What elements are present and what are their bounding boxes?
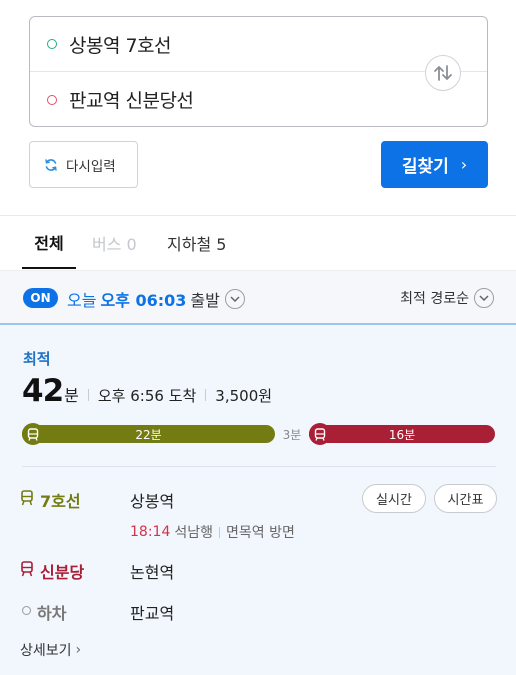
chevron-right-icon: › bbox=[75, 642, 82, 658]
segment-walk: 3분 bbox=[282, 428, 302, 442]
train-icon bbox=[21, 490, 33, 506]
swap-arrows-icon bbox=[434, 65, 452, 81]
separator bbox=[87, 389, 89, 401]
timetable-button[interactable]: 시간표 bbox=[434, 484, 497, 513]
station-name: 판교역 bbox=[130, 604, 175, 623]
next-train-destination: 석남행 bbox=[174, 525, 213, 541]
route-search-box: 상봉역 7호선 판교역 신분당선 bbox=[29, 16, 488, 127]
tab-all[interactable]: 전체 bbox=[22, 216, 76, 269]
arrival-time: 오후 6:56 도착 bbox=[97, 387, 197, 405]
departure-suffix: 출발 bbox=[190, 291, 220, 310]
separator bbox=[219, 526, 220, 538]
departure-filter-bar: ON 오늘 오후 06:03 출발 최적 경로순 bbox=[0, 270, 516, 325]
line-name: 신분당 bbox=[40, 563, 85, 582]
end-field[interactable]: 판교역 신분당선 bbox=[30, 72, 487, 127]
departure-time: 오후 06:03 bbox=[100, 291, 187, 310]
next-train-info: 18:14 석남행 면목역 방면 bbox=[130, 522, 295, 542]
sort-label: 최적 경로순 bbox=[400, 291, 469, 307]
separator bbox=[205, 389, 207, 401]
detail-label: 상세보기 bbox=[20, 643, 72, 659]
chevron-right-icon: › bbox=[460, 155, 468, 174]
start-field[interactable]: 상봉역 7호선 bbox=[30, 17, 487, 72]
tab-subway[interactable]: 지하철 5 bbox=[167, 216, 226, 269]
line-name: 7호선 bbox=[40, 492, 81, 511]
end-value: 판교역 신분당선 bbox=[69, 90, 194, 112]
find-route-button[interactable]: 길찾기 › bbox=[381, 141, 488, 188]
reset-button[interactable]: 다시입력 bbox=[29, 141, 138, 188]
chevron-down-icon bbox=[474, 288, 494, 308]
chevron-down-icon bbox=[224, 289, 245, 309]
segment-shinbundang: 16분 bbox=[309, 425, 495, 443]
detail-link[interactable]: 상세보기 › bbox=[20, 640, 81, 660]
transport-tabs: 전체 버스 0 지하철 5 bbox=[0, 216, 516, 269]
train-icon bbox=[309, 423, 331, 445]
start-dot-icon bbox=[47, 39, 57, 49]
realtime-button[interactable]: 실시간 bbox=[362, 484, 426, 513]
start-value: 상봉역 7호선 bbox=[69, 34, 172, 57]
train-direction: 면목역 방면 bbox=[226, 525, 295, 541]
swap-button[interactable] bbox=[425, 55, 461, 91]
departure-day: 오늘 bbox=[67, 291, 97, 310]
duration-unit: 분 bbox=[64, 386, 79, 405]
find-route-label: 길찾기 bbox=[401, 157, 449, 177]
train-icon bbox=[22, 423, 44, 445]
route-card[interactable]: 최적 42 분 오후 6:56 도착 3,500원 22분 3분 16분 7호선… bbox=[0, 325, 516, 675]
fare: 3,500원 bbox=[215, 387, 273, 405]
best-route-tag: 최적 bbox=[23, 350, 51, 368]
reset-label: 다시입력 bbox=[66, 158, 116, 175]
route-timeline-bar: 22분 3분 16분 bbox=[22, 423, 495, 445]
tab-bus[interactable]: 버스 0 bbox=[92, 216, 137, 269]
card-divider bbox=[22, 466, 496, 467]
station-name: 논현역 bbox=[130, 563, 175, 582]
alight-dot-icon bbox=[22, 606, 31, 615]
on-toggle[interactable]: ON bbox=[23, 288, 58, 308]
departure-time-selector[interactable]: 오늘 오후 06:03 출발 bbox=[67, 287, 245, 311]
refresh-icon bbox=[45, 158, 57, 171]
sort-selector[interactable]: 최적 경로순 bbox=[400, 288, 494, 308]
alight-label: 하차 bbox=[37, 604, 67, 623]
train-icon bbox=[21, 561, 33, 577]
end-dot-icon bbox=[47, 94, 57, 105]
duration-minutes: 42 bbox=[22, 373, 64, 409]
route-summary: 42 분 오후 6:56 도착 3,500원 bbox=[22, 373, 272, 409]
segment-line7: 22분 bbox=[22, 425, 275, 443]
next-train-time: 18:14 bbox=[130, 524, 171, 540]
station-name: 상봉역 bbox=[130, 492, 175, 511]
